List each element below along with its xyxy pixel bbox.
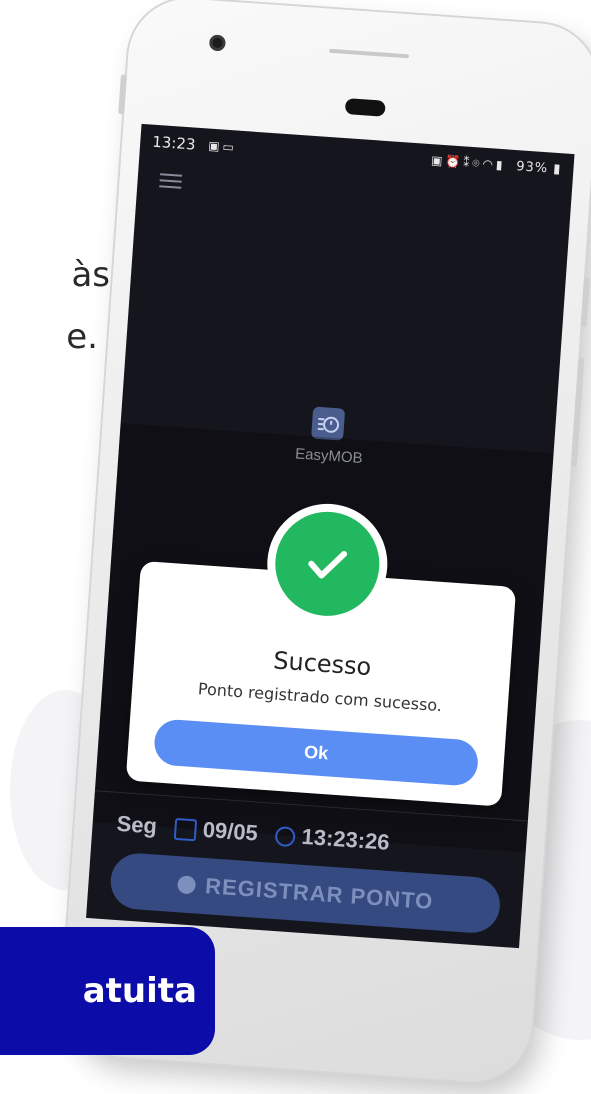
status-system-icons: ▣⏰⁑⌾◠▮ — [431, 153, 513, 173]
phone-side-button — [118, 74, 127, 115]
phone-screen: 13:23 ▣▭ ▣⏰⁑⌾◠▮ 93% ▮ EasyMOB Seg 09/05 … — [86, 123, 575, 949]
hamburger-menu-icon[interactable] — [159, 173, 183, 190]
alarm-icon: ⏰ — [444, 154, 464, 170]
calendar-icon — [174, 818, 198, 842]
page: às e. 13:23 ▣▭ ▣⏰⁑⌾◠▮ 93% ▮ EasyMOB Seg … — [0, 0, 591, 1094]
promo-banner[interactable]: atuita — [0, 927, 215, 1055]
clock-logo-icon — [317, 416, 340, 433]
background-text-line: às — [71, 255, 110, 295]
phone-side-button — [580, 277, 590, 328]
battery-level: 93% — [515, 159, 549, 177]
success-dialog: Sucesso Ponto registrado com sucesso. Ok — [125, 499, 517, 807]
phone-side-button — [570, 356, 585, 468]
register-point-label: REGISTRAR PONTO — [204, 873, 435, 915]
front-camera — [208, 34, 226, 52]
earpiece — [344, 98, 386, 117]
date-group: 09/05 — [174, 815, 259, 847]
app-logo-icon — [311, 406, 346, 441]
time-group: 13:23:26 — [274, 822, 391, 856]
cast-icon: ▭ — [222, 139, 238, 155]
clock-icon — [274, 826, 297, 848]
date-value: 09/05 — [201, 816, 259, 846]
signal-icon: ▮ — [495, 157, 507, 173]
battery-icon: ▮ — [552, 161, 562, 178]
fingerprint-icon — [176, 875, 196, 895]
checkmark-icon — [308, 551, 348, 579]
status-right-area: ▣⏰⁑⌾◠▮ 93% ▮ — [431, 153, 562, 177]
time-value: 13:23:26 — [300, 823, 391, 855]
status-notification-icons: ▣▭ — [208, 139, 238, 155]
phone-mockup: 13:23 ▣▭ ▣⏰⁑⌾◠▮ 93% ▮ EasyMOB Seg 09/05 … — [58, 0, 591, 1086]
weekday: Seg — [115, 810, 158, 839]
promo-text: atuita — [82, 971, 197, 1011]
phone-shell: 13:23 ▣▭ ▣⏰⁑⌾◠▮ 93% ▮ EasyMOB Seg 09/05 … — [58, 0, 591, 1086]
speaker-grille — [328, 48, 410, 59]
status-time: 13:23 — [151, 132, 197, 154]
success-circle — [271, 508, 383, 620]
status-bar: 13:23 ▣▭ ▣⏰⁑⌾◠▮ 93% ▮ — [139, 124, 574, 188]
image-icon: ▣ — [207, 138, 224, 154]
lock-icon: ▣ — [430, 153, 446, 169]
background-text-line: e. — [66, 317, 98, 357]
ok-button[interactable]: Ok — [152, 718, 480, 787]
